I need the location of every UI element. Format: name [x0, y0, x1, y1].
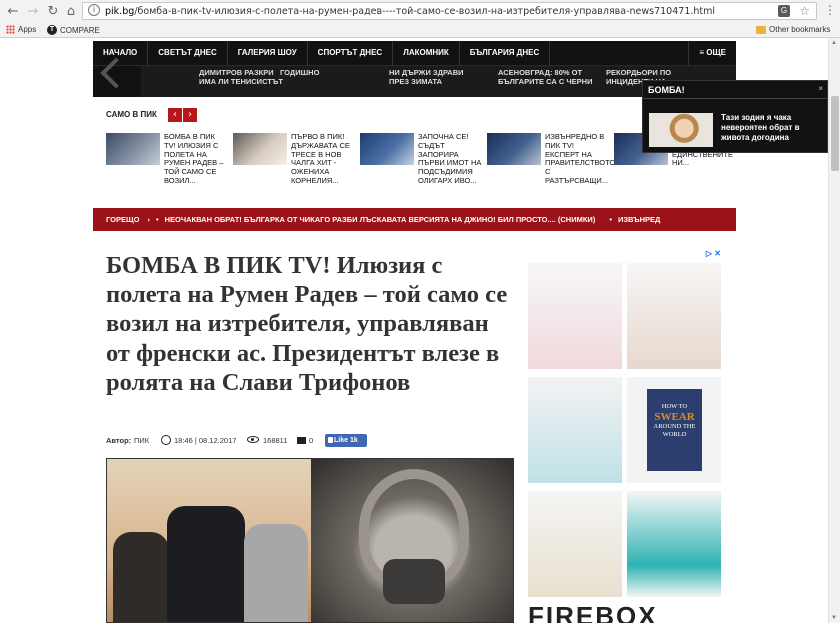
- scroll-thumb[interactable]: [831, 96, 839, 171]
- person-figure: [244, 524, 308, 622]
- site-info-icon[interactable]: i: [88, 4, 100, 16]
- clock-icon: [161, 435, 171, 445]
- eye-icon: [247, 436, 259, 443]
- address-url[interactable]: pik.bg/бомба-в-пик-tv-илюзия-с-полета-на…: [105, 6, 715, 17]
- related-item[interactable]: БОМБА В ПИК TV! Илюзия с полета на Румен…: [106, 132, 228, 186]
- ad-product-snowglobe[interactable]: [528, 491, 622, 597]
- breaking-arrow-icon: ›: [147, 215, 150, 224]
- breaking-headline[interactable]: НЕОЧАКВАН ОБРАТ! БЪЛГАРКА ОТ ЧИКАГО РАЗБ…: [165, 215, 596, 224]
- subnav-link[interactable]: ГОДИШНО: [280, 68, 340, 77]
- back-icon[interactable]: ←: [4, 3, 22, 21]
- nav-item-food[interactable]: ЛАКОМНИК: [393, 41, 460, 65]
- bookmark-other[interactable]: Other bookmarks: [756, 25, 830, 34]
- related-thumbnail[interactable]: [360, 133, 414, 165]
- sidebar-ad[interactable]: ▷ ✕ HOW TO SWEAR AROUND THE WORLD FIREBO…: [523, 246, 725, 623]
- article-title: БОМБА В ПИК TV! Илюзия с полета на Румен…: [106, 252, 508, 396]
- person-figure: [113, 532, 169, 622]
- url-path: /бомба-в-пик-tv-илюзия-с-полета-на-румен…: [134, 6, 716, 17]
- nav-item-sport[interactable]: СПОРТЪТ ДНЕС: [308, 41, 394, 65]
- popup-image[interactable]: [649, 113, 713, 147]
- browser-chrome: ← → ↻ ⌂ i pik.bg/бомба-в-пик-tv-илюзия-с…: [0, 0, 840, 38]
- ad-product-book[interactable]: HOW TO SWEAR AROUND THE WORLD: [627, 377, 721, 483]
- article-photo[interactable]: [106, 458, 514, 623]
- book-title-pre: HOW TO: [661, 403, 688, 410]
- ad-product-totoro[interactable]: [528, 377, 622, 483]
- related-title[interactable]: ИЗВЪНРЕДНО В ПИК TV! Експерт на правител…: [545, 132, 615, 186]
- scroll-down-icon[interactable]: ▼: [831, 615, 837, 621]
- bookmark-compare[interactable]: T COMPARE: [47, 25, 100, 35]
- sub-nav: ДИМИТРОВ РАЗКРИ ИМА ЛИ ТЕНИСИСТЪТ ГОДИШН…: [93, 57, 736, 97]
- main-nav: НАЧАЛО СВЕТЪТ ДНЕС ГАЛЕРИЯ ШОУ СПОРТЪТ Д…: [93, 41, 736, 65]
- ad-product-sloth[interactable]: [627, 263, 721, 369]
- view-count: 168811: [263, 436, 288, 445]
- related-title[interactable]: БОМБА В ПИК TV! Илюзия с полета на Румен…: [164, 132, 228, 186]
- t-logo-icon: T: [47, 25, 57, 35]
- bookmarks-bar: Apps T COMPARE Other bookmarks: [0, 23, 840, 38]
- ad-product-flamingo[interactable]: [528, 263, 622, 369]
- popup-text[interactable]: Тази зодия я чака невероятен обрат в жив…: [721, 113, 821, 143]
- popup-divider: [643, 98, 827, 99]
- pilot-mask: [383, 559, 445, 604]
- breaking-bullet-icon: •: [155, 215, 159, 224]
- prev-arrow-icon[interactable]: ‹: [168, 108, 182, 122]
- article-meta: Автор: ПИК 18:46 | 08.12.2017 168811 0 L…: [106, 433, 526, 449]
- bookmark-apps[interactable]: Apps: [6, 25, 36, 34]
- popup-title: БОМБА!: [648, 85, 685, 95]
- comment-icon: [297, 437, 306, 444]
- bookmark-label: Apps: [18, 25, 37, 34]
- book-cover: HOW TO SWEAR AROUND THE WORLD: [647, 389, 702, 471]
- related-thumbnail[interactable]: [487, 133, 541, 165]
- photo-left-group: [107, 459, 311, 622]
- breaking-label: ГОРЕЩО: [106, 215, 140, 224]
- related-title[interactable]: ПЪРВО В ПИК! Държавата се тресе в нов ча…: [291, 132, 355, 186]
- related-title[interactable]: ЗАПОЧНА СЕ! Съдът запорира първи имот на…: [418, 132, 482, 186]
- related-label: САМО В ПИК: [106, 110, 157, 119]
- photo-right-pilot: [311, 459, 513, 622]
- person-figure: [167, 506, 245, 622]
- author-label: Автор:: [106, 436, 132, 445]
- scrollbar[interactable]: ▲ ▼: [828, 38, 840, 623]
- apps-grid-icon: [6, 25, 15, 34]
- web-page: НАЧАЛО СВЕТЪТ ДНЕС ГАЛЕРИЯ ШОУ СПОРТЪТ Д…: [0, 38, 828, 623]
- bomb-popup[interactable]: БОМБА! × Тази зодия я чака невероятен об…: [642, 80, 828, 153]
- related-item[interactable]: ЗАПОЧНА СЕ! Съдът запорира първи имот на…: [360, 132, 482, 186]
- author-name[interactable]: ПИК: [134, 436, 149, 445]
- adchoices-icon[interactable]: ▷ ✕: [706, 249, 721, 258]
- subnav-link[interactable]: АСЕНОВГРАД: 80% ОТ БЪЛГАРИТЕ СА С ЧЕРНИ: [498, 68, 598, 86]
- book-title-main: SWEAR: [654, 411, 695, 423]
- address-bar[interactable]: i pik.bg/бомба-в-пик-tv-илюзия-с-полета-…: [82, 2, 817, 20]
- related-item[interactable]: ИЗВЪНРЕДНО В ПИК TV! Експерт на правител…: [487, 132, 615, 186]
- nav-item-bulgaria[interactable]: БЪЛГАРИЯ ДНЕС: [460, 41, 551, 65]
- breaking-next[interactable]: ИЗВЪНРЕД: [618, 215, 660, 224]
- bookmark-star-icon[interactable]: ☆: [799, 4, 810, 18]
- nav-item-gallery[interactable]: ГАЛЕРИЯ ШОУ: [228, 41, 308, 65]
- nav-item-world[interactable]: СВЕТЪТ ДНЕС: [148, 41, 228, 65]
- related-item[interactable]: ПЪРВО В ПИК! Държавата се тресе в нов ча…: [233, 132, 355, 186]
- book-title-post: AROUND THE WORLD: [653, 423, 696, 438]
- reload-icon[interactable]: ↻: [44, 3, 62, 21]
- nav-more-button[interactable]: ≡ ОЩЕ: [688, 41, 736, 65]
- scroll-up-icon[interactable]: ▲: [831, 40, 837, 46]
- close-icon[interactable]: ×: [818, 84, 823, 93]
- publish-time: 18:46 | 08.12.2017: [174, 436, 237, 445]
- forward-icon[interactable]: →: [24, 3, 42, 21]
- translate-icon[interactable]: G: [778, 5, 790, 17]
- related-thumbnail[interactable]: [233, 133, 287, 165]
- url-host: pik.bg: [105, 6, 135, 17]
- browser-menu-icon[interactable]: ⋮: [824, 3, 836, 17]
- related-thumbnail[interactable]: [106, 133, 160, 165]
- bookmark-label: COMPARE: [60, 25, 100, 35]
- folder-icon: [756, 25, 766, 34]
- breaking-bullet-icon: •: [609, 215, 612, 224]
- facebook-like-button[interactable]: Like 1k: [325, 434, 367, 447]
- firebox-logo[interactable]: FIREBOX: [528, 601, 658, 623]
- subnav-link[interactable]: ДИМИТРОВ РАЗКРИ ИМА ЛИ ТЕНИСИСТЪТ: [199, 68, 289, 86]
- subnav-link[interactable]: НИ ДЪРЖИ ЗДРАВИ ПРЕЗ ЗИМАТА: [389, 68, 479, 86]
- ad-product-mug[interactable]: [627, 491, 721, 597]
- breaking-news-bar: ГОРЕЩО › • НЕОЧАКВАН ОБРАТ! БЪЛГАРКА ОТ …: [93, 208, 736, 231]
- comment-count[interactable]: 0: [309, 436, 313, 445]
- bookmark-label: Other bookmarks: [769, 25, 831, 34]
- home-icon[interactable]: ⌂: [62, 3, 80, 21]
- next-arrow-icon[interactable]: ›: [183, 108, 197, 122]
